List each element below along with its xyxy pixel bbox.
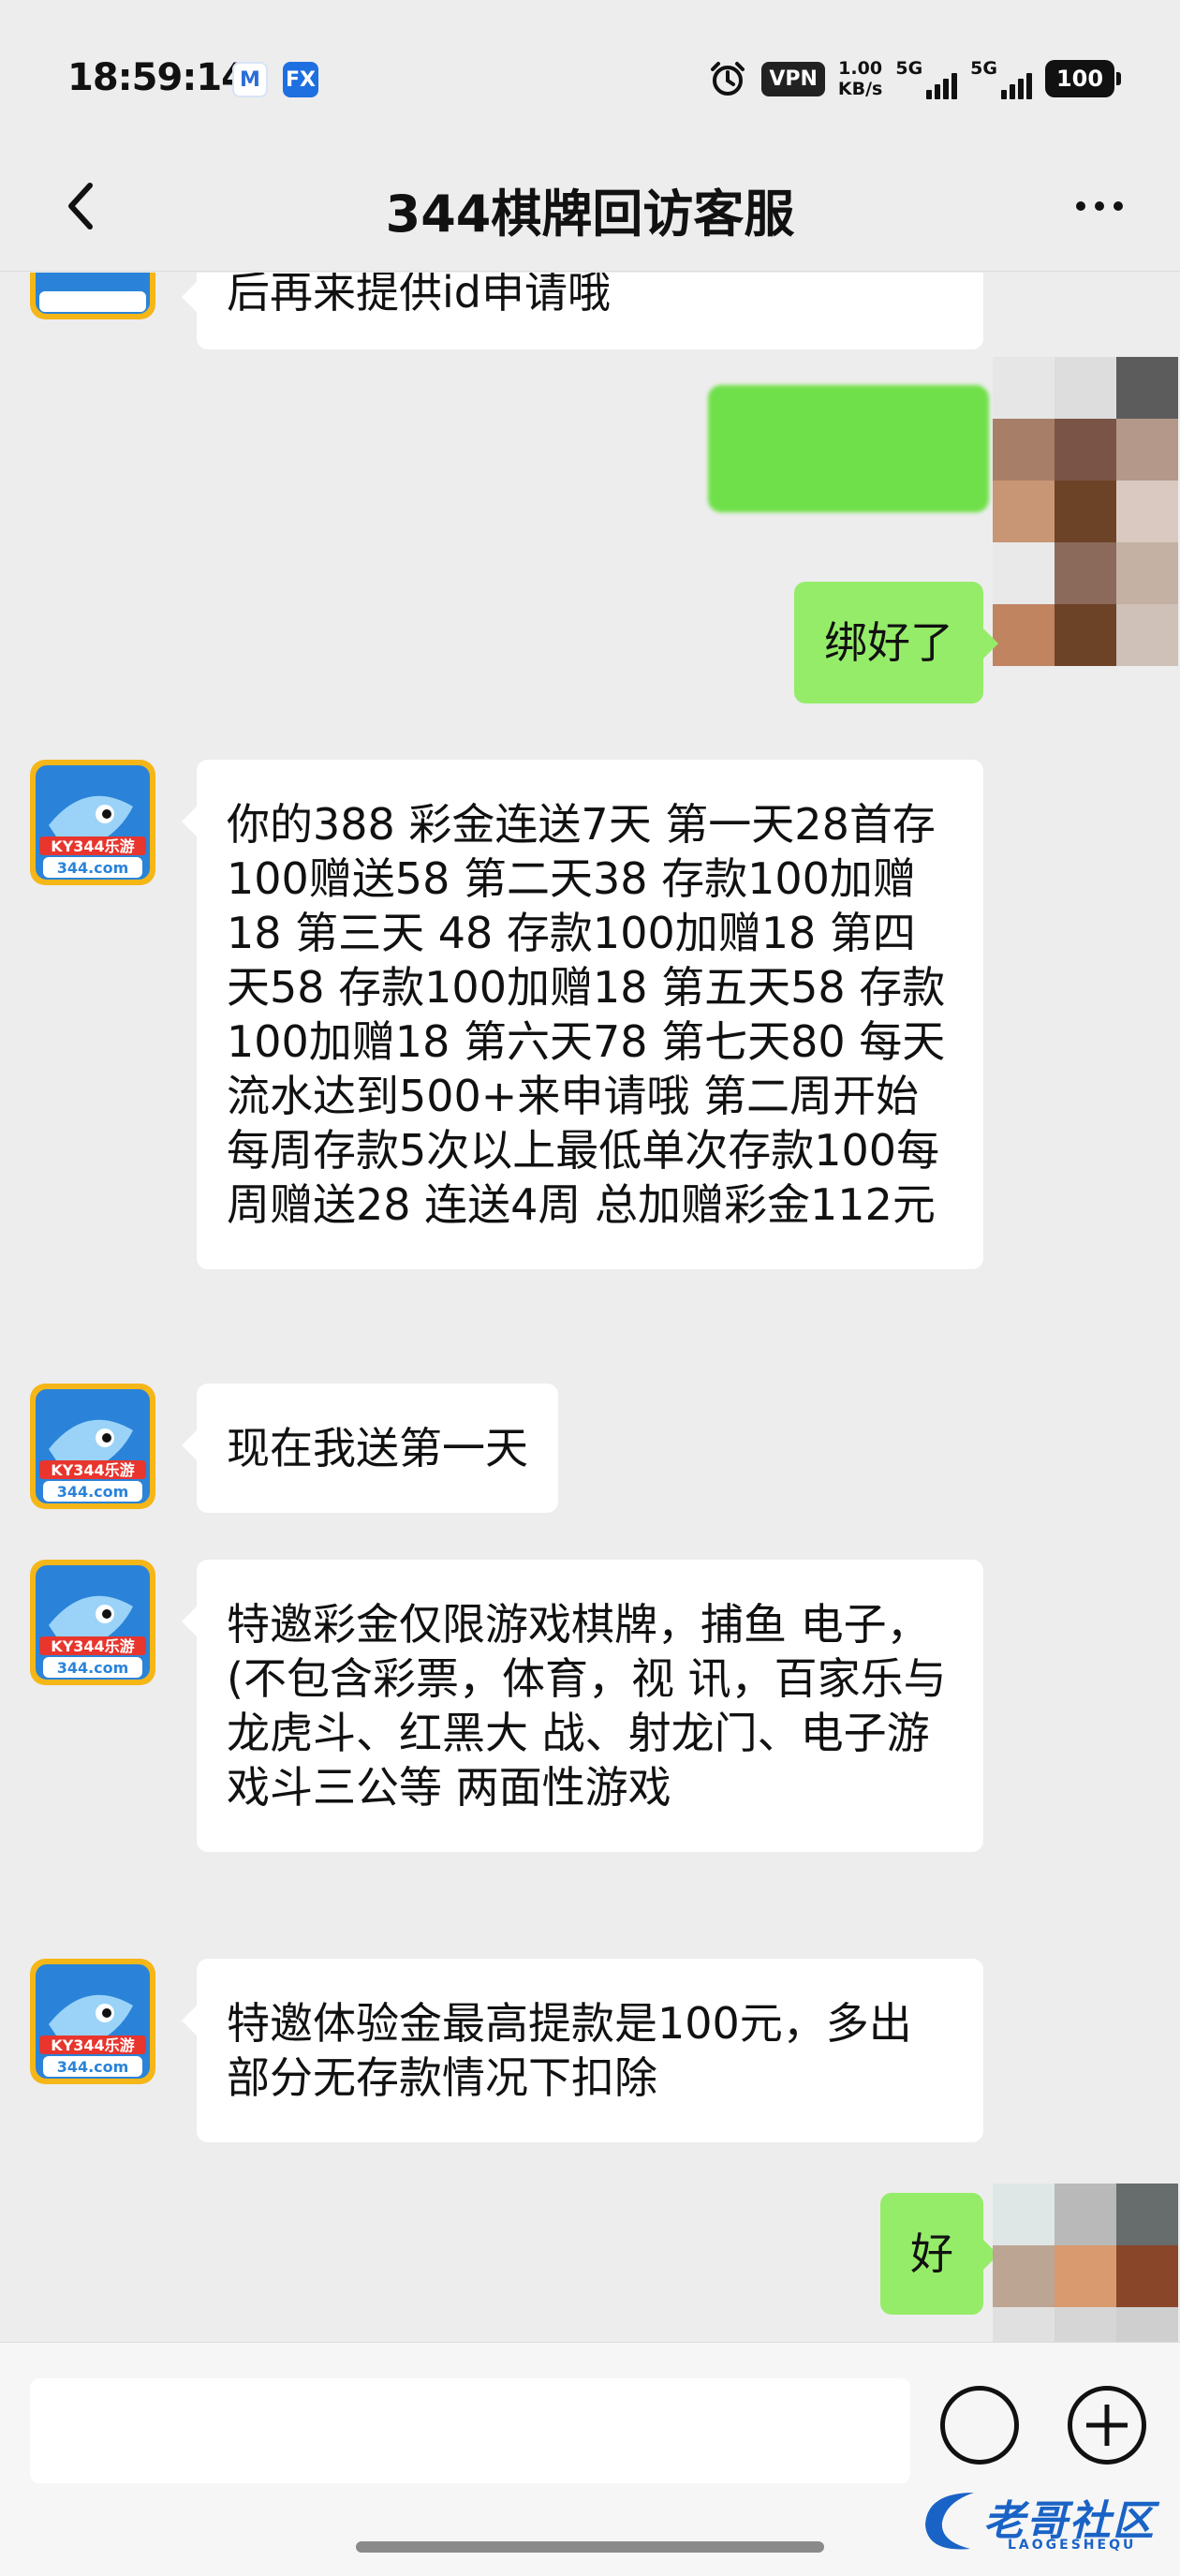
fx-app-icon: FX bbox=[283, 62, 318, 97]
avatar[interactable]: KY344乐游 344.com bbox=[30, 1560, 155, 1685]
message-bubble[interactable]: 现在我送第一天 bbox=[182, 1384, 558, 1513]
avatar-domain: 344.com bbox=[57, 2058, 129, 2076]
avatar-domain: 344.com bbox=[57, 1659, 129, 1677]
redacted-avatar bbox=[993, 2184, 1178, 2342]
chat-header: 344棋牌回访客服 bbox=[0, 141, 1180, 272]
alarm-icon bbox=[707, 58, 748, 99]
speed-unit: KB/s bbox=[837, 79, 883, 99]
message-text: 好 bbox=[910, 2228, 953, 2279]
avatar[interactable]: KY344乐游 344.com bbox=[30, 1384, 155, 1509]
battery-icon: 100 bbox=[1045, 60, 1121, 97]
avatar[interactable] bbox=[30, 273, 155, 319]
avatar-brand: KY344乐游 bbox=[51, 837, 134, 855]
signal-bars-icon bbox=[926, 71, 958, 99]
message-bubble[interactable]: 后再来提供id申请哦 bbox=[182, 273, 983, 349]
redacted-avatar bbox=[993, 357, 1178, 666]
message-bubble[interactable]: 特邀彩金仅限游戏棋牌，捕鱼 电子，(不包含彩票，体育，视 讯，百家乐与龙虎斗、红… bbox=[182, 1560, 983, 1852]
home-indicator[interactable] bbox=[356, 2541, 824, 2553]
network-speed: 1.00 KB/s bbox=[838, 58, 882, 99]
message-input[interactable] bbox=[30, 2378, 910, 2483]
signal-2: 5G bbox=[970, 58, 1032, 99]
message-text: 现在我送第一天 bbox=[227, 1423, 528, 1473]
message-bubble[interactable]: 你的388 彩金连送7天 第一天28首存100赠送58 第二天38 存款100加… bbox=[182, 760, 983, 1269]
dragon-icon bbox=[925, 2493, 974, 2550]
avatar[interactable]: KY344乐游 344.com bbox=[30, 1959, 155, 2084]
avatar-domain: 344.com bbox=[57, 1483, 129, 1501]
status-indicators: VPN 1.00 KB/s 5G 5G 100 bbox=[707, 54, 1121, 103]
message-text: 后再来提供id申请哦 bbox=[227, 273, 611, 318]
avatar-brand: KY344乐游 bbox=[51, 1461, 134, 1479]
more-dots-icon bbox=[1076, 201, 1085, 211]
avatar-domain: 344.com bbox=[57, 859, 129, 877]
page-title: 344棋牌回访客服 bbox=[385, 185, 795, 244]
avatar[interactable]: KY344乐游 344.com bbox=[30, 760, 155, 885]
message-list[interactable]: 后再来提供id申请哦 绑好了 KY344乐游 344.com 你的388 彩金连… bbox=[0, 273, 1180, 2342]
network-type-1: 5G bbox=[895, 58, 923, 79]
status-time: 18:59:14 bbox=[67, 56, 247, 99]
watermark-subtext: LAOGESHEQU bbox=[1008, 2538, 1137, 2553]
message-bubble-outgoing[interactable]: 好 bbox=[880, 2193, 998, 2315]
avatar-brand: KY344乐游 bbox=[51, 2036, 134, 2054]
signal-1: 5G bbox=[895, 58, 958, 99]
mail-app-icon: M bbox=[232, 62, 268, 97]
message-text: 绑好了 bbox=[824, 617, 953, 668]
message-text: 特邀体验金最高提款是100元，多出部分无存款情况下扣除 bbox=[227, 1998, 912, 2103]
message-bubble-outgoing[interactable]: 绑好了 bbox=[794, 582, 998, 703]
status-bar: 18:59:14 M FX VPN 1.00 KB/s 5G 5G 100 bbox=[0, 0, 1180, 141]
plus-button[interactable] bbox=[1068, 2386, 1146, 2465]
input-bar: 老哥社区 LAOGESHEQU bbox=[0, 2342, 1180, 2576]
emoji-button[interactable] bbox=[940, 2386, 1019, 2465]
speed-value: 1.00 bbox=[838, 58, 883, 79]
vpn-badge: VPN bbox=[761, 61, 825, 96]
signal-bars-icon bbox=[1001, 71, 1032, 99]
avatar-brand: KY344乐游 bbox=[51, 1637, 134, 1655]
watermark-logo: 老哥社区 LAOGESHEQU bbox=[918, 2483, 1171, 2568]
message-text: 特邀彩金仅限游戏棋牌，捕鱼 电子，(不包含彩票，体育，视 讯，百家乐与龙虎斗、红… bbox=[227, 1599, 947, 1813]
redacted-image-message[interactable] bbox=[708, 385, 989, 512]
message-bubble[interactable]: 特邀体验金最高提款是100元，多出部分无存款情况下扣除 bbox=[182, 1959, 983, 2142]
message-text: 你的388 彩金连送7天 第一天28首存100赠送58 第二天38 存款100加… bbox=[227, 799, 946, 1230]
more-button[interactable] bbox=[1062, 178, 1137, 234]
network-type-2: 5G bbox=[970, 58, 997, 79]
